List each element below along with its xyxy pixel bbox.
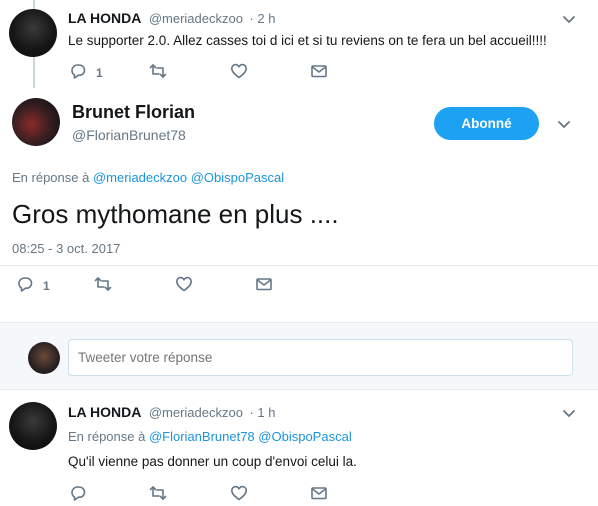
tweet-header: LA HONDA @meriadeckzoo · 1 h bbox=[68, 404, 275, 422]
avatar[interactable] bbox=[12, 98, 60, 146]
mention-link[interactable]: @meriadeckzoo bbox=[93, 170, 187, 185]
direct-message-button[interactable] bbox=[310, 62, 328, 83]
reply-icon bbox=[69, 62, 87, 83]
tweet-text: Le supporter 2.0. Allez casses toi d ici… bbox=[68, 33, 547, 48]
direct-message-button[interactable] bbox=[255, 275, 273, 296]
author-handle[interactable]: @meriadeckzoo bbox=[149, 11, 243, 26]
reply-composer bbox=[0, 322, 598, 390]
author-name[interactable]: LA HONDA bbox=[68, 404, 141, 420]
avatar[interactable] bbox=[9, 402, 57, 450]
reply-button[interactable] bbox=[69, 484, 87, 505]
tweet-text: Gros mythomane en plus .... bbox=[12, 199, 339, 229]
reply-icon bbox=[16, 275, 34, 296]
tweet-text: Qu'il vienne pas donner un coup d'envoi … bbox=[68, 454, 357, 469]
divider bbox=[0, 265, 598, 266]
reply-context: En réponse à @meriadeckzoo @ObispoPascal bbox=[12, 170, 284, 185]
reply-count: 1 bbox=[96, 65, 103, 80]
reply-prefix: En réponse à bbox=[12, 170, 90, 185]
like-icon bbox=[230, 484, 248, 505]
reply-context: En réponse à @FlorianBrunet78 @ObispoPas… bbox=[68, 429, 352, 444]
retweet-icon bbox=[149, 62, 167, 83]
reply-input[interactable] bbox=[68, 339, 573, 376]
avatar[interactable] bbox=[9, 9, 57, 57]
retweet-button[interactable] bbox=[149, 484, 167, 505]
chevron-down-icon[interactable] bbox=[562, 12, 576, 26]
follow-button[interactable]: Abonné bbox=[434, 107, 539, 140]
tweet-time[interactable]: · 1 h bbox=[249, 405, 275, 420]
mention-link[interactable]: @ObispoPascal bbox=[258, 429, 351, 444]
tweet-datetime[interactable]: 08:25 - 3 oct. 2017 bbox=[12, 241, 120, 256]
reply-button[interactable]: 1 bbox=[69, 62, 103, 83]
direct-message-icon bbox=[310, 62, 328, 83]
retweet-button[interactable] bbox=[149, 62, 167, 83]
mention-link[interactable]: @ObispoPascal bbox=[191, 170, 284, 185]
direct-message-icon bbox=[310, 484, 328, 505]
chevron-down-icon[interactable] bbox=[562, 406, 576, 420]
author-handle[interactable]: @meriadeckzoo bbox=[149, 405, 243, 420]
like-button[interactable] bbox=[175, 275, 193, 296]
avatar bbox=[28, 342, 60, 374]
like-icon bbox=[230, 62, 248, 83]
tweet-header: LA HONDA @meriadeckzoo · 2 h bbox=[68, 10, 275, 28]
mention-link[interactable]: @FlorianBrunet78 bbox=[149, 429, 255, 444]
retweet-icon bbox=[149, 484, 167, 505]
like-button[interactable] bbox=[230, 484, 248, 505]
reply-count: 1 bbox=[43, 278, 50, 293]
like-button[interactable] bbox=[230, 62, 248, 83]
retweet-button[interactable] bbox=[94, 275, 112, 296]
like-icon bbox=[175, 275, 193, 296]
reply-button[interactable]: 1 bbox=[16, 275, 50, 296]
tweet-time[interactable]: · 2 h bbox=[249, 11, 275, 26]
reply-icon bbox=[69, 484, 87, 505]
retweet-icon bbox=[94, 275, 112, 296]
direct-message-icon bbox=[255, 275, 273, 296]
reply-prefix: En réponse à bbox=[68, 429, 146, 444]
author-name[interactable]: LA HONDA bbox=[68, 10, 141, 26]
author-name[interactable]: Brunet Florian bbox=[72, 102, 195, 123]
chevron-down-icon[interactable] bbox=[557, 117, 571, 131]
author-handle[interactable]: @FlorianBrunet78 bbox=[72, 127, 186, 143]
direct-message-button[interactable] bbox=[310, 484, 328, 505]
